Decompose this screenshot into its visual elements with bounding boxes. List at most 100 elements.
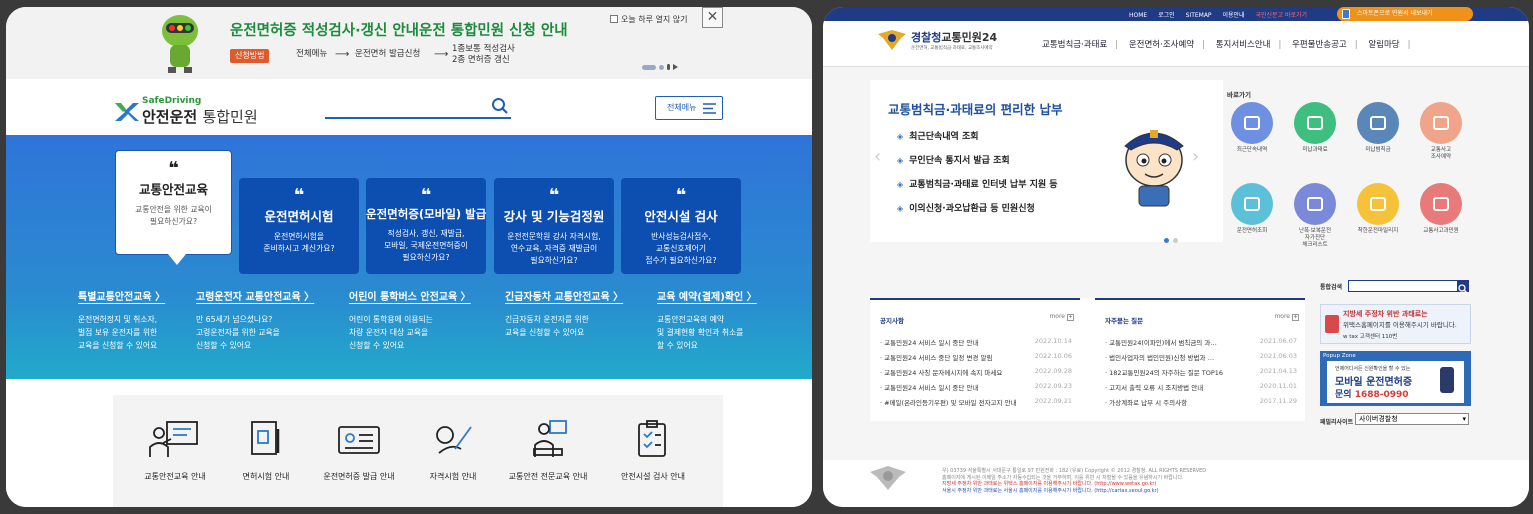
link-emergency-vehicle-education[interactable]: 긴급자동차 교통안전교육 〉 긴급자동차 운전자를 위한 교육을 신청할 수 있…: [505, 288, 640, 339]
slider-item[interactable]: ◈ 무인단속 통지서 발급 조회: [897, 153, 1010, 166]
menu-mail-return[interactable]: 우편물반송공고: [1292, 40, 1347, 50]
slider-prev-button[interactable]: ‹: [874, 146, 881, 167]
quick-link-item[interactable]: 미납과태료: [1285, 102, 1345, 154]
service-guide-box: 교통안전교육 안내 면허시험 안내 운전면허증 발급 안내 자격시험 안내 교통…: [113, 395, 723, 507]
link-title[interactable]: 어린이 통학버스 안전교육 〉: [349, 288, 484, 303]
notice-row[interactable]: · 교통민원24 서비스 일시 중단 안내 2022.10.14: [880, 337, 1072, 347]
notice-more-button[interactable]: more +: [1049, 313, 1074, 321]
faq-row[interactable]: · 교통민원24(이파인)에서 범칙금의 과… 2021.06.07: [1105, 337, 1297, 347]
row-date: 2021.06.03: [1259, 352, 1297, 360]
link-reservation-check[interactable]: 교육 예약(결제)확인 〉 교통안전교육의 예약 및 결제현황 확인과 취소를 …: [657, 288, 792, 352]
slider-item[interactable]: ◈ 최근단속내역 조회: [897, 129, 979, 142]
pause-icon[interactable]: [667, 64, 670, 70]
service-professional-education[interactable]: 교통안전 전문교육 안내: [498, 419, 598, 482]
menu-notices[interactable]: 알림마당: [1368, 40, 1399, 50]
popup-zone[interactable]: Popup Zone 언제어디서든 신원확인을 할 수 있는 모바일 운전면허증…: [1320, 351, 1471, 406]
search-button[interactable]: [1457, 280, 1469, 294]
wetax-banner[interactable]: 지방세 주정차 위반 과태료는 위택스홈페이지를 이용해주시기 바랍니다. w …: [1320, 304, 1471, 344]
slider-dots[interactable]: [1164, 228, 1182, 247]
checkbox-icon[interactable]: [610, 15, 618, 23]
slider-dot-active[interactable]: [1164, 238, 1169, 243]
notice-board: 공지사항 more + · 교통민원24 서비스 일시 중단 안내 2022.10.…: [870, 298, 1080, 421]
pager-dot[interactable]: [659, 64, 664, 70]
faq-row[interactable]: · 182교통민원24의 자주하는 질문 TOP16 2021.04.13: [1105, 367, 1297, 377]
faq-row[interactable]: · 가상계좌로 납부 시 주의사항 2017.11.29: [1105, 397, 1297, 407]
smartphone-submit-button[interactable]: 스마트폰으로 민원서 내보내기: [1337, 7, 1473, 21]
category-card-license-issue[interactable]: ❝ 운전면허증(모바일) 발급 적성검사, 갱신, 재발급, 모바일, 국제운전…: [366, 178, 486, 274]
police-logo-title: 경찰청교통민원24: [911, 29, 997, 45]
logo-service: 교통민원24: [941, 31, 998, 44]
service-safety-facility[interactable]: 안전시설 검사 안내: [603, 419, 703, 482]
link-school-bus-education[interactable]: 어린이 통학버스 안전교육 〉 어린이 통학용에 이용되는 차량 운전자 대상 …: [349, 288, 484, 352]
site-logo[interactable]: SafeDriving 안전운전 통합민원: [113, 97, 258, 127]
slider-next-button[interactable]: ›: [1192, 146, 1199, 167]
menu-notification[interactable]: 통지서비스안내: [1216, 40, 1271, 50]
family-site-label: 패밀리사이트: [1320, 419, 1354, 426]
service-license-exam[interactable]: 면허시험 안내: [216, 419, 316, 482]
main-nav: 경찰청교통민원24 운전면허, 교통범칙금·과태료, 교통조사예약 교통범칙금·…: [823, 21, 1529, 67]
service-license-issue[interactable]: 운전면허증 발급 안내: [309, 419, 409, 482]
slider-title: 교통범칙금·과태료의 편리한 납부: [888, 102, 1063, 117]
slider-item[interactable]: ◈ 교통범칙금·과태료 인터넷 납부 지원 등: [897, 177, 1058, 190]
category-card-safety-facility[interactable]: ❝ 안전시설 검사 반사성능검사접수, 교통신호제어기 접수가 필요하신가요?: [621, 178, 741, 274]
checklist-icon: [638, 420, 666, 457]
link-title[interactable]: 긴급자동차 교통안전교육 〉: [505, 288, 640, 303]
link-title[interactable]: 고령운전자 교통안전교육 〉: [196, 288, 331, 303]
slider-item[interactable]: ◈ 이의신청·과오납환급 등 민원신청: [897, 201, 1035, 214]
faq-more-button[interactable]: more +: [1274, 313, 1299, 321]
popup-mobile-license[interactable]: 언제어디서든 신원확인을 할 수 있는 모바일 운전면허증 문의 1688-09…: [1327, 361, 1464, 403]
category-card-instructor[interactable]: ❝ 강사 및 기능검정원 운전전문학원 강사 자격시험, 연수교육, 자격증 재…: [494, 178, 614, 274]
exam-document-icon: [251, 421, 280, 455]
row-title: · 교통민원24 서비스 일시 중단 안내: [880, 339, 979, 347]
notice-row[interactable]: · #메일(온라인등기우편) 및 모바일 전자고지 안내 2022.09.21: [880, 397, 1072, 407]
faq-row[interactable]: · 법인사업자의 법인민원)신청 방법과 … 2021.06.03: [1105, 352, 1297, 362]
link-special-education[interactable]: 특별교통안전교육 〉 운전면허정지 및 취소자, 벌점 보유 운전자를 위한 교…: [78, 288, 213, 352]
category-card-traffic-education[interactable]: ❝ 교통안전교육 교통안전을 위한 교육이 필요하신가요?: [115, 150, 232, 265]
quick-link-item[interactable]: 교통사고과민원: [1411, 183, 1471, 235]
promo-banner[interactable]: 운전면허증 적성검사·갱신 안내운전 통합민원 신청 안내 신청방법 전체메뉴 …: [6, 7, 812, 79]
guide-link[interactable]: 이용안내: [1222, 12, 1244, 19]
sinmungo-link[interactable]: 국민신문고 바로가기: [1255, 12, 1307, 19]
quick-link-item[interactable]: 교통사고 조사예약: [1411, 102, 1471, 161]
police-logo[interactable]: 경찰청교통민원24 운전면허, 교통범칙금·과태료, 교통조사예약: [877, 28, 997, 52]
police-mascot-icon: [1124, 130, 1184, 207]
not-today-checkbox[interactable]: 오늘 하루 열지 않기: [610, 14, 688, 25]
sitemap-link[interactable]: SITEMAP: [1186, 12, 1212, 19]
faq-row[interactable]: · 고지서 출력 오류 시 조치방법 안내 2020.11.01: [1105, 382, 1297, 392]
menu-license-reservation[interactable]: 운전면허·조사예약: [1129, 40, 1194, 50]
notice-row[interactable]: · 교통민원24 서비스 중단 일정 변경 알림 2022.10.06: [880, 352, 1072, 362]
mobile-phone-icon: [1440, 367, 1454, 393]
search-input[interactable]: [325, 97, 511, 119]
row-title: · #메일(온라인등기우편) 및 모바일 전자고지 안내: [880, 399, 1017, 407]
family-site-select[interactable]: 사이버경찰청: [1355, 413, 1469, 425]
integrated-search-label: 통합검색: [1320, 284, 1343, 291]
link-title[interactable]: 교육 예약(결제)확인 〉: [657, 288, 792, 303]
link-elderly-education[interactable]: 고령운전자 교통안전교육 〉 만 65세가 넘으셨나요? 고령운전자를 위한 교…: [196, 288, 331, 352]
row-title: · 182교통민원24의 자주하는 질문 TOP16: [1105, 369, 1224, 377]
quick-link-item[interactable]: 착한운전마일리지: [1348, 183, 1408, 235]
service-qualification-exam[interactable]: 자격시험 안내: [403, 419, 503, 482]
service-traffic-education[interactable]: 교통안전교육 안내: [125, 419, 225, 482]
quick-link-item[interactable]: 난폭·보복운전 자가진단 체크리스트: [1285, 183, 1345, 249]
search-icon[interactable]: [491, 97, 509, 115]
menu-fines[interactable]: 교통범칙금·과태료: [1042, 40, 1107, 50]
row-title: · 교통민원24 서비스 중단 일정 변경 알림: [880, 354, 993, 362]
play-icon[interactable]: [673, 64, 678, 70]
all-menu-button[interactable]: 전체메뉴: [655, 96, 723, 120]
banner-close-button[interactable]: ✕: [702, 7, 723, 28]
quick-link-icon: [1357, 102, 1399, 144]
pager-dot-active[interactable]: [642, 64, 656, 70]
integrated-search-input[interactable]: [1348, 280, 1458, 292]
category-card-license-exam[interactable]: ❝ 운전면허시험 운전면허시험을 준비하시고 계신가요?: [239, 178, 359, 274]
quick-link-item[interactable]: 최근단속내역: [1222, 102, 1282, 154]
login-link[interactable]: 로그인: [1158, 12, 1175, 19]
slider-dot[interactable]: [1173, 238, 1178, 243]
quick-link-label: 최근단속내역: [1236, 147, 1268, 153]
quick-link-item[interactable]: 미납범칙금: [1348, 102, 1408, 154]
notice-row[interactable]: · 교통민원24 서비스 일시 중단 안내 2022.09.23: [880, 382, 1072, 392]
banner-pager[interactable]: [642, 64, 678, 70]
link-title[interactable]: 특별교통안전교육 〉: [78, 288, 213, 303]
notice-row[interactable]: · 교통민원24 사칭 문자메시지에 속지 마세요 2022.09.28: [880, 367, 1072, 377]
quick-link-item[interactable]: 운전면허조회: [1222, 183, 1282, 235]
home-link[interactable]: HOME: [1129, 12, 1147, 19]
